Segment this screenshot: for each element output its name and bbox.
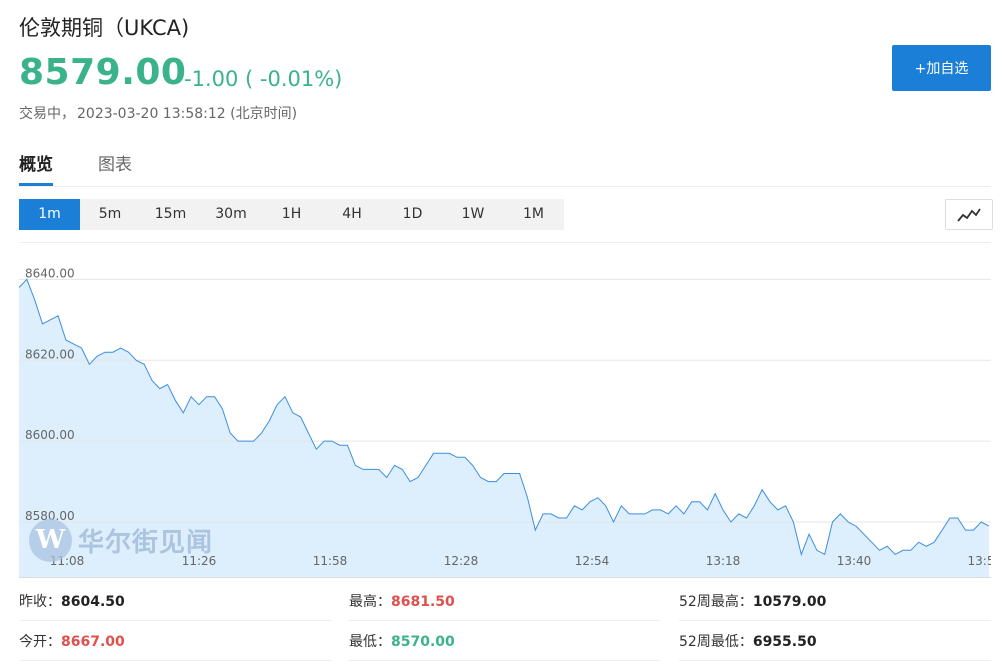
stat-label: 今开： [19,634,61,650]
stat-label: 最高： [349,594,391,610]
period-1mo[interactable]: 1M [503,199,564,230]
stat-value: 8681.50 [391,594,455,610]
chart-canvas: 8640.00 8620.00 8600.00 8580.00 11:08 11:26 11… [19,266,991,577]
y-tick-label: 8620.00 [25,347,75,361]
tab-overview[interactable]: 概览 [19,150,53,186]
period-15m[interactable]: 15m [140,199,201,230]
stat-value: 10579.00 [752,594,827,610]
current-price: 8579.00 [19,52,187,93]
trading-status: 交易中， 2023-03-20 13:58:12 (北京时间) [19,103,297,123]
x-tick-label: 12:28 [444,554,479,568]
stats-panel: 昨收：8604.50 最高：8681.50 52周最高：10579.00 今开：… [19,586,991,664]
stat-high: 最高：8681.50 [349,586,661,621]
instrument-title: 伦敦期铜（UKCA) [19,16,190,40]
stat-52w-high: 52周最高：10579.00 [679,586,991,621]
x-tick-label: 13:5 [968,554,991,568]
stat-label: 最低： [349,634,391,650]
chart-type-button[interactable] [945,199,993,230]
stat-open: 今开：8667.00 [19,626,331,661]
period-4h[interactable]: 4H [322,199,382,230]
x-tick-label: 12:54 [575,554,610,568]
stat-value: 6955.50 [752,634,817,650]
period-1m[interactable]: 1m [19,199,80,230]
period-selector: 1m 5m 15m 30m 1H 4H 1D 1W 1M [19,199,564,230]
period-1h[interactable]: 1H [261,199,322,230]
stat-value: 8570.00 [391,634,455,650]
x-tick-label: 13:18 [706,554,741,568]
stat-prev-close: 昨收：8604.50 [19,586,331,621]
x-tick-label: 11:58 [313,554,348,568]
tab-bar: 概览 图表 [19,148,991,187]
x-tick-label: 13:40 [837,554,872,568]
stat-label: 52周最低： [679,634,753,650]
price-change: -1.00 ( -0.01%) [184,67,343,91]
stat-value: 8667.00 [61,634,125,650]
y-tick-label: 8640.00 [25,266,75,280]
stat-label: 52周最高： [679,594,753,610]
stat-label: 昨收： [19,594,61,610]
period-30m[interactable]: 30m [201,199,261,230]
chart-area [19,279,989,577]
price-chart[interactable]: 8640.00 8620.00 8600.00 8580.00 11:08 11:26 11… [19,242,991,578]
status-label: 交易中， [19,106,75,122]
tab-chart[interactable]: 图表 [98,150,132,175]
period-1w[interactable]: 1W [443,199,503,230]
timestamp: 2023-03-20 13:58:12 (北京时间) [77,106,298,122]
line-chart-icon [957,208,981,222]
period-5m[interactable]: 5m [80,199,140,230]
y-tick-label: 8600.00 [25,428,75,442]
x-tick-label: 11:08 [50,554,85,568]
y-tick-label: 8580.00 [25,509,75,523]
add-to-watchlist-button[interactable]: +加自选 [892,45,991,91]
stat-value: 8604.50 [61,594,125,610]
period-1d[interactable]: 1D [382,199,443,230]
x-tick-label: 11:26 [182,554,217,568]
stat-low: 最低：8570.00 [349,626,661,661]
stat-52w-low: 52周最低：6955.50 [679,626,991,661]
